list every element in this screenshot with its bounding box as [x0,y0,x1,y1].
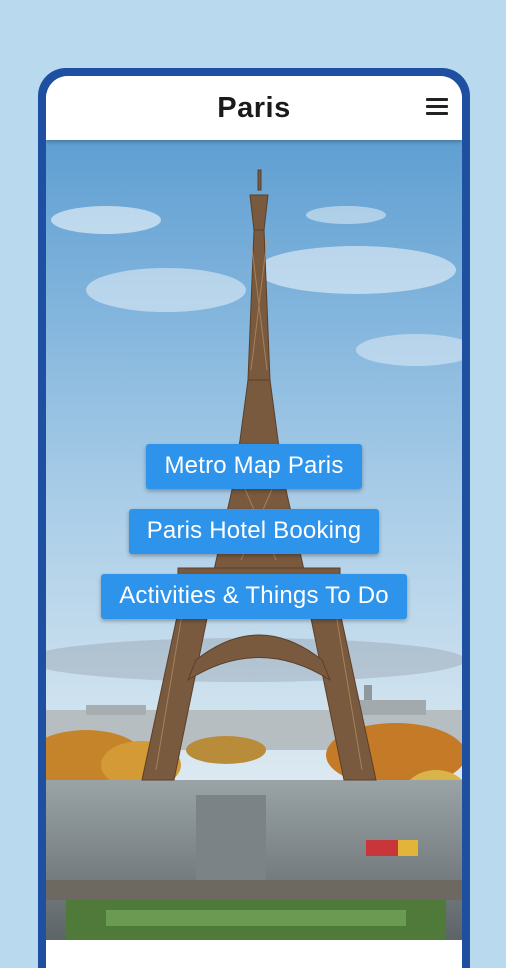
metro-map-paris-button[interactable]: Metro Map Paris [146,444,362,489]
device-frame: Paris Metro Map Paris Paris Hotel Bookin… [38,68,470,968]
activities-things-to-do-button[interactable]: Activities & Things To Do [101,574,407,619]
app-screen: Paris Metro Map Paris Paris Hotel Bookin… [46,76,462,968]
hamburger-menu-icon[interactable] [426,98,448,118]
app-bar: Paris [46,76,462,140]
paris-hotel-booking-button[interactable]: Paris Hotel Booking [128,509,380,554]
page-title: Paris [217,91,291,124]
action-button-list: Metro Map Paris Paris Hotel Booking Acti… [46,444,462,639]
